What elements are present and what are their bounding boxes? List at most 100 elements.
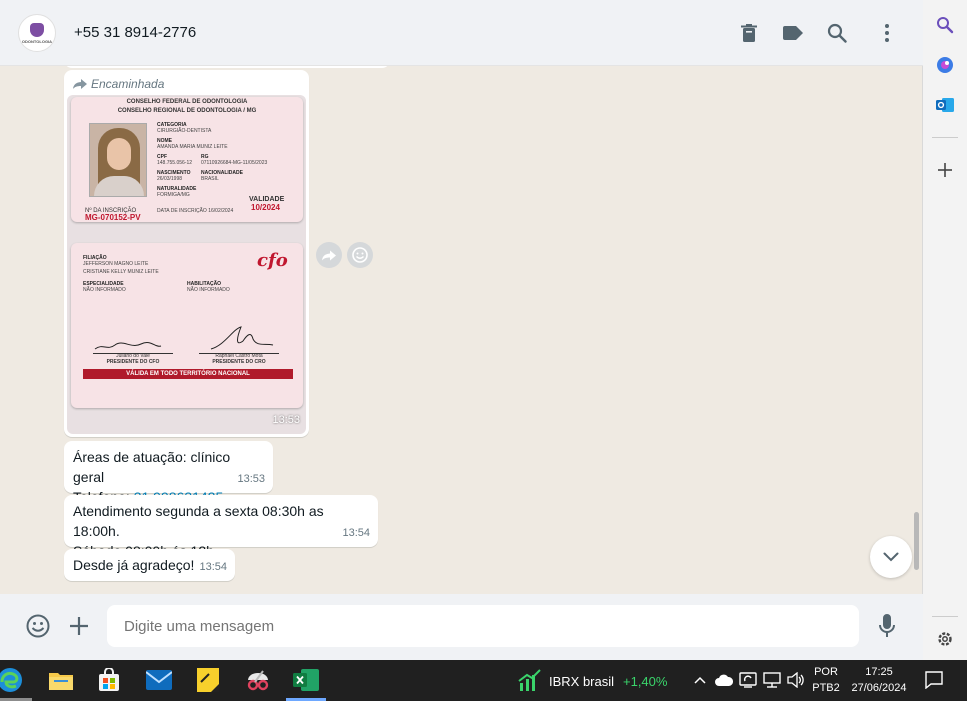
label-tag-icon xyxy=(783,26,803,40)
message-time: 13:53 xyxy=(237,473,265,485)
microphone-icon xyxy=(879,614,895,637)
store-bag-icon xyxy=(99,668,119,691)
search-icon xyxy=(937,17,954,34)
message-list[interactable]: Encaminhada CONSELHO FEDERAL DE ODONTOLO… xyxy=(0,66,923,594)
forward-button[interactable] xyxy=(316,242,342,268)
chat-scrollbar[interactable] xyxy=(914,512,919,570)
signature-1-caption: Juliano do Vale PRESIDENTE DO CFO xyxy=(106,353,160,365)
taskbar-excel[interactable] xyxy=(290,664,322,696)
avatar-logo-text: ODONTOLOGIA xyxy=(21,38,53,44)
signature-1 xyxy=(94,341,162,350)
field-rg: RG 07110926684-MG-11/05/2023 xyxy=(201,154,268,166)
notification-icon xyxy=(925,671,943,689)
edge-browser-icon xyxy=(0,668,22,692)
taskbar-store[interactable] xyxy=(93,664,125,696)
card-title-1: CONSELHO FEDERAL DE ODONTOLOGIA xyxy=(126,99,248,105)
browser-sidebar xyxy=(923,0,967,660)
sticky-note-icon xyxy=(197,668,219,692)
card-title-2: CONSELHO REGIONAL DE ODONTOLOGIA / MG xyxy=(117,108,257,114)
scroll-to-bottom-button[interactable] xyxy=(870,536,912,578)
search-chat-button[interactable] xyxy=(826,22,848,44)
avatar[interactable]: ODONTOLOGIA xyxy=(18,14,56,52)
license-card-back: FILIAÇÃO JEFFERSON MAGNO LEITE CRISTIANE … xyxy=(71,243,303,408)
plus-icon xyxy=(70,617,88,635)
message-time: 13:54 xyxy=(199,561,227,573)
stock-widget-icon-wrap[interactable] xyxy=(514,664,546,696)
forwarded-label: Encaminhada xyxy=(91,77,165,91)
copilot-icon xyxy=(937,57,953,73)
sidebar-outlook-button[interactable] xyxy=(934,94,956,116)
field-data-inscricao: DATA DE INSCRIÇÃO 16/02/2024 xyxy=(157,208,234,214)
excel-icon xyxy=(293,669,319,691)
taskbar-sticky-notes[interactable] xyxy=(192,664,224,696)
field-nascimento: NASCIMENTO 26/03/1998 xyxy=(157,170,191,182)
portrait-photo xyxy=(89,123,147,197)
sidebar-copilot-button[interactable] xyxy=(934,54,956,76)
text-message-2[interactable]: Atendimento segunda a sexta 08:30h as 18… xyxy=(64,495,378,559)
field-nacionalidade: NACIONALIDADE BRASIL xyxy=(201,170,243,182)
taskbar-edge[interactable] xyxy=(0,664,26,696)
menu-button[interactable] xyxy=(876,22,898,44)
mail-icon xyxy=(146,670,172,690)
inscricao-number: MG-070152-PV xyxy=(85,213,141,222)
react-button[interactable] xyxy=(347,242,373,268)
speaker-icon xyxy=(787,672,804,688)
license-card-front: CONSELHO FEDERAL DE ODONTOLOGIA CONSELHO… xyxy=(71,97,303,222)
sidebar-search-button[interactable] xyxy=(934,14,956,36)
emoji-button[interactable] xyxy=(24,612,52,640)
network-icon xyxy=(763,672,781,688)
search-icon xyxy=(827,23,847,43)
device-sync-icon xyxy=(739,672,757,688)
voice-record-button[interactable] xyxy=(873,612,901,640)
field-filiacao: FILIAÇÃO JEFFERSON MAGNO LEITE xyxy=(83,255,149,267)
previous-message-stub xyxy=(64,66,390,68)
forward-arrow-icon xyxy=(73,79,87,89)
taskbar-mail[interactable] xyxy=(143,664,175,696)
signature-2 xyxy=(210,326,274,350)
chat-header[interactable]: ODONTOLOGIA +55 31 8914-2776 xyxy=(0,0,923,66)
text-message-1[interactable]: Áreas de atuação: clínico geral Telefone… xyxy=(64,441,273,505)
delete-button[interactable] xyxy=(738,22,760,44)
more-vertical-icon xyxy=(885,24,889,42)
license-photo[interactable]: CONSELHO FEDERAL DE ODONTOLOGIA CONSELHO… xyxy=(67,95,306,434)
stock-change: +1,40% xyxy=(623,674,668,689)
field-habilitacao: HABILITAÇÃO NÃO INFORMADO xyxy=(187,281,230,293)
sidebar-divider-bottom xyxy=(932,616,958,617)
text-message-3[interactable]: Desde já agradeço! 13:54 xyxy=(64,549,235,581)
field-filiacao-2: CRISTIANE KELLY MUNIZ LEITE xyxy=(83,269,159,275)
field-especialidade: ESPECIALIDADE NÃO INFORMADO xyxy=(83,281,126,293)
field-categoria: CATEGORIA CIRURGIÃO-DENTISTA xyxy=(157,122,212,134)
message-text: Atendimento segunda a sexta 08:30h as 18… xyxy=(73,503,324,539)
chevron-up-icon xyxy=(694,676,706,684)
stock-chart-icon xyxy=(518,669,541,691)
signature-2-caption: Raphael Castro Mota PRESIDENTE DO CRO xyxy=(212,353,266,365)
contact-name[interactable]: +55 31 8914-2776 xyxy=(74,24,196,41)
image-time: 13:53 xyxy=(272,414,300,426)
sidebar-divider xyxy=(932,137,958,138)
message-input[interactable] xyxy=(107,605,859,647)
cloud-icon xyxy=(715,674,733,686)
sidebar-settings-button[interactable] xyxy=(934,628,956,650)
system-clock[interactable]: 17:25 27/06/2024 xyxy=(846,664,912,696)
taskbar-file-explorer[interactable] xyxy=(45,664,77,696)
image-message[interactable]: Encaminhada CONSELHO FEDERAL DE ODONTOLO… xyxy=(64,70,309,437)
forwarded-indicator: Encaminhada xyxy=(67,73,306,95)
notifications-button[interactable] xyxy=(918,664,950,696)
sidebar-add-button[interactable] xyxy=(934,159,956,181)
taskbar-snipping-tool[interactable] xyxy=(242,664,274,696)
outlook-icon xyxy=(936,98,954,112)
field-cpf: CPF 148.755.056-12 xyxy=(157,154,193,166)
stock-name[interactable]: IBRX brasil xyxy=(549,674,614,689)
windows-taskbar: IBRX brasil +1,40% POR PTB2 17:25 27/06/20… xyxy=(0,660,967,701)
message-text: Áreas de atuação: clínico geral xyxy=(73,449,231,485)
label-button[interactable] xyxy=(782,22,804,44)
attach-button[interactable] xyxy=(65,612,93,640)
gear-icon xyxy=(938,632,952,646)
cfo-logo: cfo xyxy=(257,250,288,271)
tooth-logo-icon xyxy=(30,22,44,37)
trash-icon xyxy=(741,24,757,42)
field-naturalidade: NATURALIDADE FORMIGA/MG xyxy=(157,186,197,198)
input-language[interactable]: POR PTB2 xyxy=(808,664,844,696)
chevron-down-icon xyxy=(883,552,899,562)
valida-banner: VÁLIDA EM TODO TERRITÓRIO NACIONAL xyxy=(83,369,293,379)
